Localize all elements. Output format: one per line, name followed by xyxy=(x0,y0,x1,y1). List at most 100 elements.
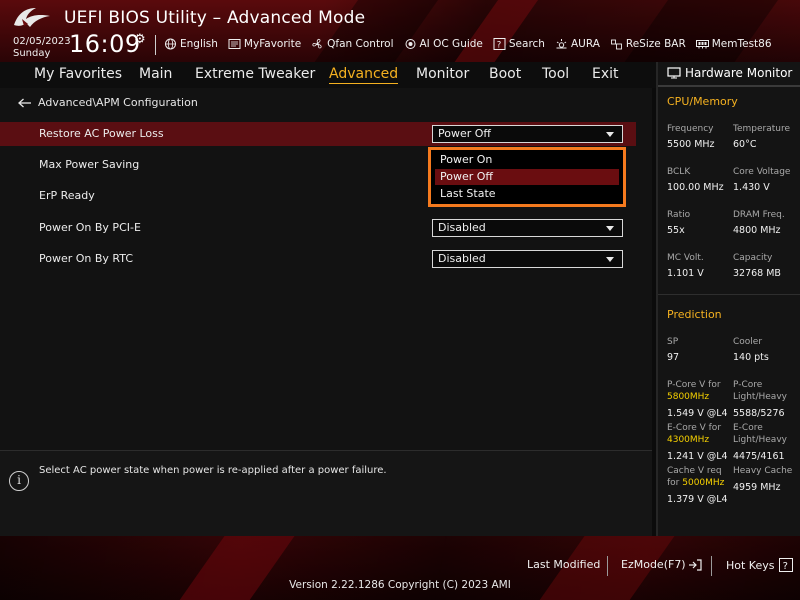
ezmode-button[interactable]: EzMode(F7) xyxy=(621,558,702,571)
help-question-icon: ? xyxy=(778,558,793,572)
temperature-value: 60°C xyxy=(733,139,757,150)
qfan-control-label: Qfan Control xyxy=(327,38,394,50)
cooler-value: 140 pts xyxy=(733,352,769,363)
hardware-monitor-label: Hardware Monitor xyxy=(685,66,793,80)
svg-text:?: ? xyxy=(497,40,502,50)
tab-advanced[interactable]: Advanced xyxy=(329,66,399,84)
qfan-control-button[interactable]: Qfan Control xyxy=(311,37,394,51)
caret-down-icon xyxy=(606,257,614,262)
pcore-v-value: 1.549 V @L4 xyxy=(667,408,728,419)
aura-button[interactable]: AURA xyxy=(555,37,600,51)
date-display: 02/05/2023 Sunday xyxy=(13,36,71,60)
pcore-v-label: P-Core V for xyxy=(667,380,721,390)
ai-oc-guide-button[interactable]: AI OC Guide xyxy=(404,37,483,51)
favorite-icon xyxy=(228,39,241,49)
clock-settings-gear-icon[interactable]: ⚙ xyxy=(134,32,146,47)
search-button[interactable]: ? Search xyxy=(493,37,545,51)
tab-tool[interactable]: Tool xyxy=(542,66,569,82)
mc-volt-value: 1.101 V xyxy=(667,268,704,279)
pcore-lh-label: P-Core xyxy=(733,380,763,390)
language-button[interactable]: English xyxy=(164,37,218,51)
clock-display: 16:09 xyxy=(69,30,141,58)
power-on-by-pci-e-select[interactable]: Disabled xyxy=(432,219,623,237)
ratio-label: Ratio xyxy=(667,210,691,220)
caret-down-icon xyxy=(606,226,614,231)
myfavorite-label: MyFavorite xyxy=(243,38,302,50)
aura-label: AURA xyxy=(570,38,600,50)
capacity-value: 32768 MB xyxy=(733,268,781,279)
prediction-section-title: Prediction xyxy=(667,308,722,321)
temperature-label: Temperature xyxy=(733,124,791,134)
last-modified-button[interactable]: Last Modified xyxy=(527,558,600,571)
tab-exit[interactable]: Exit xyxy=(592,66,619,82)
setting-label: Restore AC Power Loss xyxy=(39,127,164,140)
mc-volt-label: MC Volt. xyxy=(667,253,704,263)
hot-keys-label: Hot Keys xyxy=(726,558,775,572)
pcore-v-freq: 5800MHz xyxy=(667,392,710,402)
tab-extreme-tweaker[interactable]: Extreme Tweaker xyxy=(195,66,315,82)
capacity-label: Capacity xyxy=(733,253,773,263)
cooler-label: Cooler xyxy=(733,337,763,347)
myfavorite-button[interactable]: MyFavorite xyxy=(228,37,301,51)
frequency-value: 5500 MHz xyxy=(667,139,715,150)
pcore-lh-value: 5588/5276 xyxy=(733,408,785,419)
app-title: UEFI BIOS Utility – Advanced Mode xyxy=(64,8,366,28)
tab-boot[interactable]: Boot xyxy=(489,66,521,82)
settings-panel: Advanced\APM Configuration Restore AC Po… xyxy=(0,88,652,450)
setting-label: ErP Ready xyxy=(39,189,95,202)
version-text: Version 2.22.1286 Copyright (C) 2023 AMI xyxy=(289,579,511,591)
ai-icon xyxy=(405,39,415,49)
restore-ac-power-loss-dropdown: Power On Power Off Last State xyxy=(428,147,626,207)
ecore-lh-label: E-Core xyxy=(733,423,763,433)
memtest86-label: MemTest86 xyxy=(711,38,772,50)
header-bar: UEFI BIOS Utility – Advanced Mode 02/05/… xyxy=(0,0,800,62)
tab-monitor[interactable]: Monitor xyxy=(416,66,469,82)
ecore-v-label: E-Core V for xyxy=(667,423,722,433)
breadcrumb[interactable]: Advanced\APM Configuration xyxy=(18,96,198,109)
date-text: 02/05/2023 xyxy=(13,36,71,47)
back-arrow-icon[interactable] xyxy=(18,98,32,108)
setting-label: Power On By PCI-E xyxy=(39,221,141,234)
bclk-label: BCLK xyxy=(667,167,691,177)
cache-v-freq: 5000MHz xyxy=(682,478,725,488)
exit-arrow-icon xyxy=(688,558,702,571)
core-voltage-label: Core Voltage xyxy=(733,167,791,177)
dropdown-option-power-off[interactable]: Power Off xyxy=(435,169,619,185)
resize-bar-button[interactable]: ReSize BAR xyxy=(610,37,686,51)
ezmode-label: EzMode(F7) xyxy=(621,558,686,571)
day-text: Sunday xyxy=(13,48,51,59)
ai-oc-guide-label: AI OC Guide xyxy=(419,38,483,50)
cache-for-text: for xyxy=(667,478,680,488)
hot-keys-button[interactable]: Hot Keys ? xyxy=(726,558,793,572)
power-on-by-rtc-select[interactable]: Disabled xyxy=(432,250,623,268)
core-voltage-value: 1.430 V xyxy=(733,182,770,193)
search-label: Search xyxy=(508,38,545,50)
svg-text:?: ? xyxy=(782,561,787,572)
tab-my-favorites[interactable]: My Favorites xyxy=(34,66,122,82)
hardware-monitor-panel: Hardware Monitor CPU/Memory Frequency 55… xyxy=(656,62,800,536)
tab-main[interactable]: Main xyxy=(139,66,172,82)
memtest86-button[interactable]: MemTest86 xyxy=(695,37,772,51)
ecore-lh-label2: Light/Heavy xyxy=(733,435,787,445)
rog-logo-icon xyxy=(14,8,50,27)
resize-bar-icon xyxy=(610,39,622,50)
resize-bar-label: ReSize BAR xyxy=(625,38,686,50)
help-bar: i Select AC power state when power is re… xyxy=(0,450,652,536)
dropdown-option-last-state[interactable]: Last State xyxy=(435,186,619,202)
setting-label: Power On By RTC xyxy=(39,252,134,265)
select-value: Disabled xyxy=(438,252,486,265)
fan-icon xyxy=(312,39,322,49)
restore-ac-power-loss-select[interactable]: Power Off xyxy=(432,125,623,143)
caret-down-icon xyxy=(606,132,614,137)
pcore-lh-label2: Light/Heavy xyxy=(733,392,787,402)
ecore-lh-value: 4475/4161 xyxy=(733,451,785,462)
dram-freq-value: 4800 MHz xyxy=(733,225,781,236)
cache-v-value: 1.379 V @L4 xyxy=(667,494,728,505)
heavy-cache-value: 4959 MHz xyxy=(733,482,781,493)
dropdown-option-power-on[interactable]: Power On xyxy=(435,152,619,168)
setting-label: Max Power Saving xyxy=(39,158,140,171)
last-modified-label: Last Modified xyxy=(527,558,601,571)
frequency-label: Frequency xyxy=(667,124,714,134)
select-value: Disabled xyxy=(438,221,486,234)
bclk-value: 100.00 MHz xyxy=(667,182,724,193)
